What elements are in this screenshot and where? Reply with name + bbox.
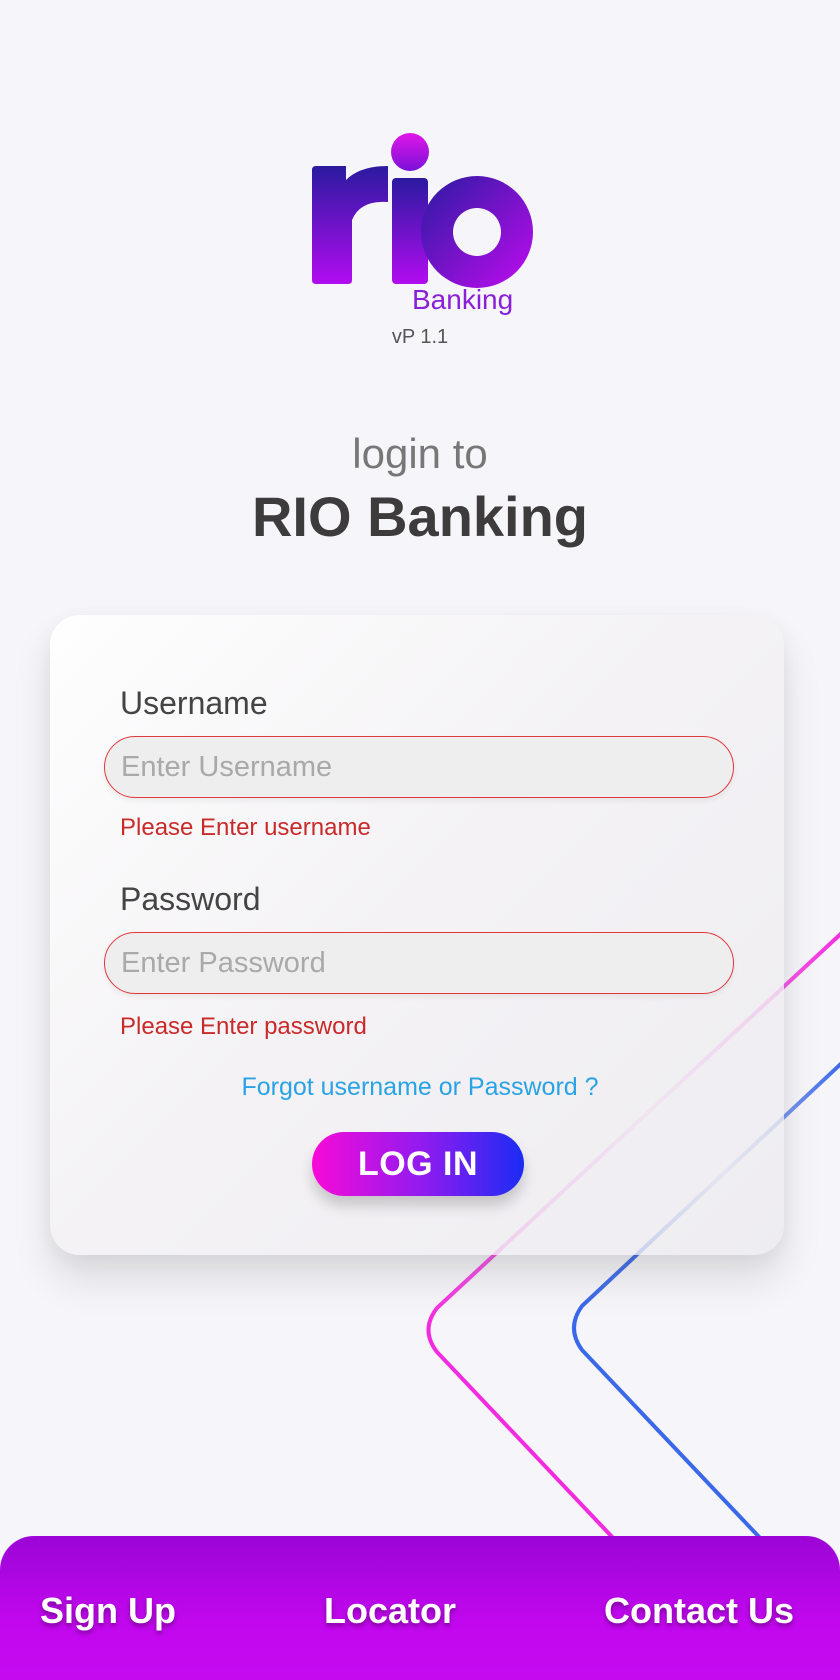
login-button[interactable]: LOG IN [312, 1132, 524, 1196]
password-input[interactable] [104, 932, 734, 994]
contact-us-link[interactable]: Contact Us [604, 1590, 794, 1632]
page-title: RIO Banking [251, 485, 589, 548]
version-label: vP 1.1 [391, 326, 449, 348]
sign-up-link[interactable]: Sign Up [40, 1590, 176, 1632]
username-label: Username [120, 685, 268, 721]
password-label: Password [120, 881, 261, 917]
locator-link[interactable]: Locator [324, 1590, 456, 1632]
forgot-credentials-link[interactable]: Forgot username or Password ? [0, 1073, 840, 1102]
username-input[interactable] [104, 736, 734, 798]
brand-subtitle: Banking [412, 284, 514, 315]
login-subtitle: login to [352, 430, 488, 477]
password-error: Please Enter password [120, 1013, 367, 1040]
username-error: Please Enter username [120, 814, 371, 841]
